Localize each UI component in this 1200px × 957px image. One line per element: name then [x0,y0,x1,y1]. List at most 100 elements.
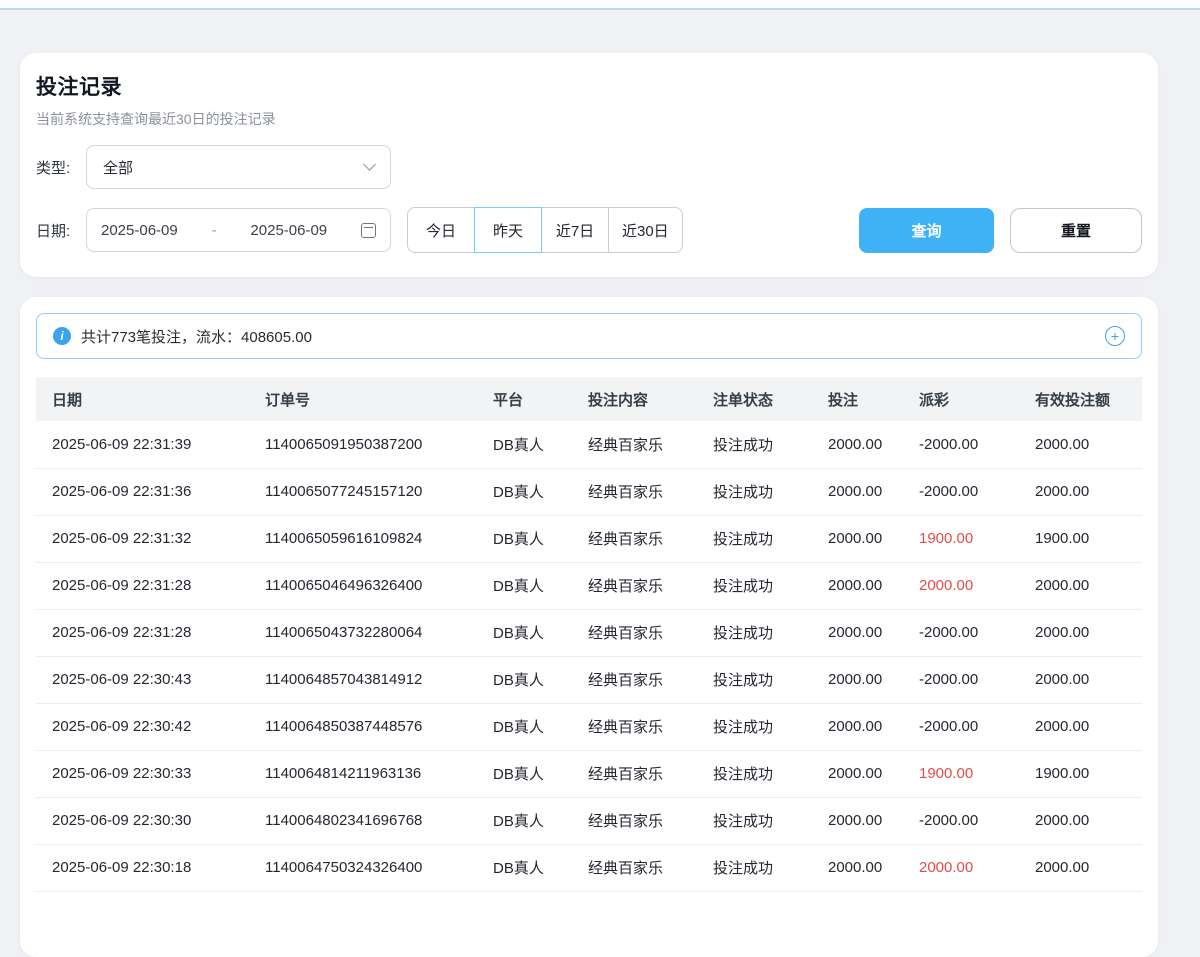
cell-date: 2025-06-09 22:30:18 [36,844,249,891]
cell-content: 经典百家乐 [572,703,697,750]
cell-valid-bet: 1900.00 [1019,515,1142,562]
info-icon: i [53,327,71,345]
plus-circle-icon[interactable]: + [1105,326,1125,346]
cell-bet: 2000.00 [812,844,903,891]
cell-date: 2025-06-09 22:31:36 [36,468,249,515]
cell-bet: 2000.00 [812,750,903,797]
cell-date: 2025-06-09 22:30:43 [36,656,249,703]
query-button[interactable]: 查询 [859,208,994,253]
cell-platform: DB真人 [477,844,572,891]
cell-bet: 2000.00 [812,562,903,609]
cell-payout: -2000.00 [903,609,1019,656]
type-select[interactable]: 全部 [86,145,391,189]
date-range-separator: - [212,222,217,239]
cell-valid-bet: 1900.00 [1019,750,1142,797]
column-header: 平台 [477,377,572,421]
cell-order-no: 1140064802341696768 [249,797,477,844]
cell-payout: 2000.00 [903,562,1019,609]
cell-date: 2025-06-09 22:31:32 [36,515,249,562]
top-divider [0,0,1200,10]
type-filter-row: 类型: 全部 [36,145,1142,189]
cell-platform: DB真人 [477,703,572,750]
cell-date: 2025-06-09 22:30:42 [36,703,249,750]
quick-range-group: 今日昨天近7日近30日 [407,207,683,253]
chevron-down-icon [363,158,376,171]
records-card: i 共计773笔投注，流水：408605.00 + 日期订单号平台投注内容注单状… [20,297,1158,957]
cell-content: 经典百家乐 [572,515,697,562]
cell-status: 投注成功 [697,750,812,797]
column-header: 派彩 [903,377,1019,421]
cell-platform: DB真人 [477,562,572,609]
cell-status: 投注成功 [697,656,812,703]
cell-order-no: 1140064750324326400 [249,844,477,891]
quick-range-button-0[interactable]: 今日 [407,207,475,253]
cell-date: 2025-06-09 22:31:28 [36,562,249,609]
cell-status: 投注成功 [697,844,812,891]
quick-range-button-2[interactable]: 近7日 [541,207,609,253]
table-body: 2025-06-09 22:31:391140065091950387200 DB… [36,421,1142,891]
cell-valid-bet: 2000.00 [1019,703,1142,750]
cell-content: 经典百家乐 [572,750,697,797]
column-header: 有效投注额 [1019,377,1142,421]
cell-order-no: 1140065059616109824 [249,515,477,562]
column-header: 投注内容 [572,377,697,421]
column-header: 日期 [36,377,249,421]
summary-bar: i 共计773笔投注，流水：408605.00 + [36,313,1142,359]
cell-bet: 2000.00 [812,609,903,656]
cell-order-no: 1140064814211963136 [249,750,477,797]
type-label: 类型: [36,157,86,178]
table-row: 2025-06-09 22:31:321140065059616109824DB… [36,515,1142,562]
date-end-value[interactable]: 2025-06-09 [250,222,327,239]
cell-order-no: 1140065077245157120 [249,468,477,515]
cell-valid-bet: 2000.00 [1019,421,1142,468]
table-row: 2025-06-09 22:30:431140064857043814912DB… [36,656,1142,703]
table-row: 2025-06-09 22:30:421140064850387448576DB… [36,703,1142,750]
column-header: 投注 [812,377,903,421]
cell-valid-bet: 2000.00 [1019,797,1142,844]
calendar-icon [361,223,376,238]
cell-payout: -2000.00 [903,421,1019,468]
cell-status: 投注成功 [697,468,812,515]
cell-platform: DB真人 [477,797,572,844]
table-row: 2025-06-09 22:31:281140065043732280064DB… [36,609,1142,656]
quick-range-button-3[interactable]: 近30日 [608,207,683,253]
cell-valid-bet: 2000.00 [1019,468,1142,515]
cell-date: 2025-06-09 22:30:33 [36,750,249,797]
quick-range-button-1[interactable]: 昨天 [474,207,542,253]
cell-status: 投注成功 [697,562,812,609]
cell-order-no: 1140065046496326400 [249,562,477,609]
cell-bet: 2000.00 [812,421,903,468]
cell-order-no: 1140064850387448576 [249,703,477,750]
cell-bet: 2000.00 [812,468,903,515]
cell-payout: -2000.00 [903,703,1019,750]
cell-order-no: 1140064857043814912 [249,656,477,703]
cell-status: 投注成功 [697,797,812,844]
reset-button[interactable]: 重置 [1010,208,1142,253]
cell-payout: -2000.00 [903,656,1019,703]
records-table: 日期订单号平台投注内容注单状态投注派彩有效投注额 2025-06-09 22:3… [36,377,1142,892]
cell-content: 经典百家乐 [572,797,697,844]
cell-status: 投注成功 [697,421,812,468]
table-row: 2025-06-09 22:30:301140064802341696768DB… [36,797,1142,844]
cell-payout: 1900.00 [903,750,1019,797]
cell-content: 经典百家乐 [572,562,697,609]
table-row: 2025-06-09 22:31:391140065091950387200DB… [36,421,1142,468]
cell-bet: 2000.00 [812,797,903,844]
date-filter-row: 日期: 2025-06-09 - 2025-06-09 今日昨天近7日近30日 … [36,207,1142,253]
cell-payout: 1900.00 [903,515,1019,562]
cell-valid-bet: 2000.00 [1019,844,1142,891]
summary-text: 共计773笔投注，流水：408605.00 [81,326,312,347]
cell-order-no: 1140065091950387200 [249,421,477,468]
cell-bet: 2000.00 [812,515,903,562]
date-range-input[interactable]: 2025-06-09 - 2025-06-09 [86,208,391,252]
cell-status: 投注成功 [697,515,812,562]
cell-content: 经典百家乐 [572,656,697,703]
cell-platform: DB真人 [477,656,572,703]
cell-payout: -2000.00 [903,797,1019,844]
cell-platform: DB真人 [477,750,572,797]
cell-date: 2025-06-09 22:31:39 [36,421,249,468]
cell-bet: 2000.00 [812,703,903,750]
page-title: 投注记录 [36,71,1142,101]
cell-order-no: 1140065043732280064 [249,609,477,656]
date-start-value[interactable]: 2025-06-09 [101,222,178,239]
